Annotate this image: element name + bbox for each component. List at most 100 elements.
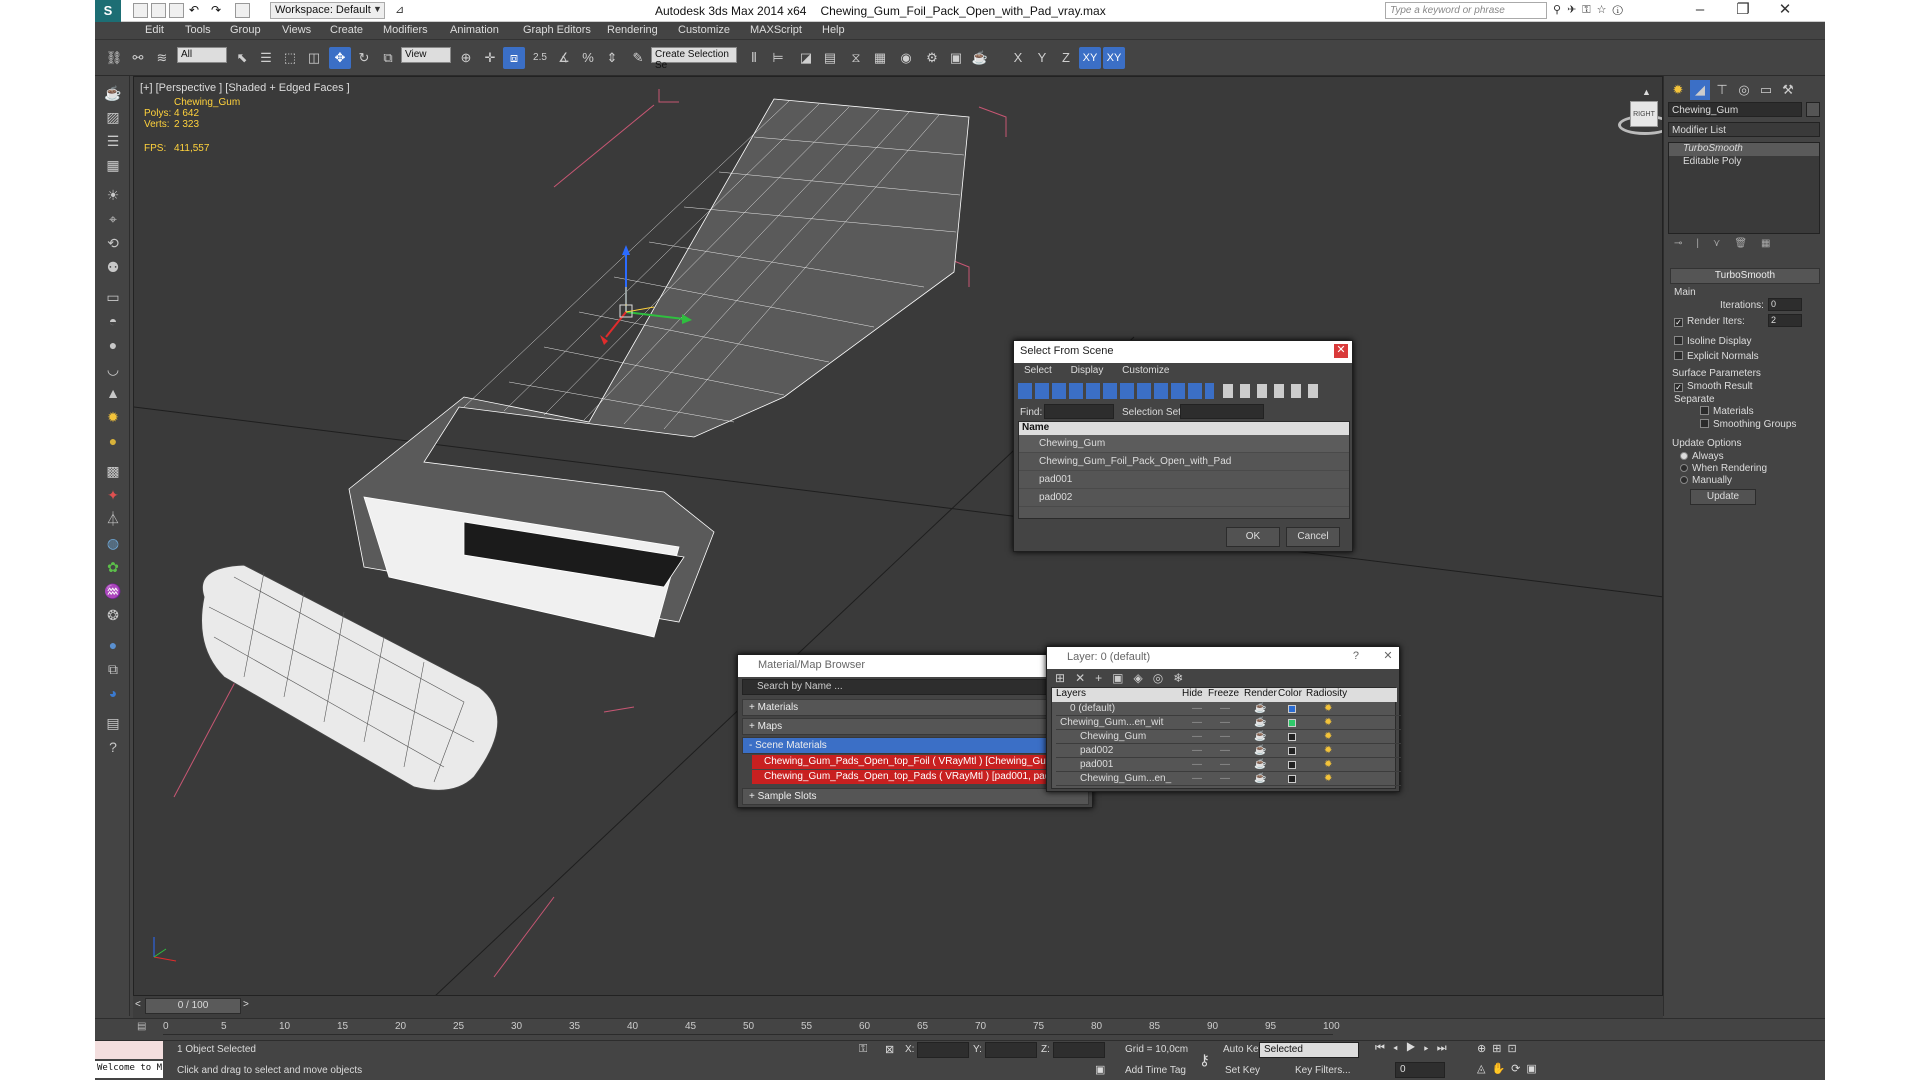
col-layers[interactable]: Layers xyxy=(1056,688,1086,699)
menu-edit[interactable]: Edit xyxy=(145,24,164,36)
maps-group[interactable]: + Maps xyxy=(742,718,1089,735)
light-bulb-icon[interactable]: ☀ xyxy=(102,184,124,206)
render-setup-icon[interactable]: ⚙ xyxy=(921,47,943,69)
zoom-icon[interactable]: ⊕ xyxy=(1477,1043,1492,1055)
list-icon[interactable]: ☰ xyxy=(102,130,124,152)
hide-toggle[interactable]: — xyxy=(1192,716,1202,730)
curve-editor-icon[interactable]: ⧖ xyxy=(845,47,867,69)
remove-modifier-icon[interactable]: 🗑 xyxy=(1734,238,1761,249)
hemisphere-icon[interactable]: ◓ xyxy=(102,310,124,332)
menu-rendering[interactable]: Rendering xyxy=(607,24,658,36)
render-teapot-icon[interactable]: ☕ xyxy=(1254,758,1266,772)
axis-xy-cycle-icon[interactable]: XY xyxy=(1103,47,1125,69)
new-file-icon[interactable] xyxy=(133,3,148,18)
select-scale-icon[interactable]: ⧉ xyxy=(377,47,399,69)
object-color-swatch[interactable] xyxy=(1806,102,1820,117)
menu-maxscript[interactable]: MAXScript xyxy=(750,24,802,36)
col-color[interactable]: Color xyxy=(1278,688,1302,699)
menu-views[interactable]: Views xyxy=(282,24,311,36)
viewcube-home-icon[interactable]: ▲ xyxy=(1642,87,1651,97)
always-radio[interactable] xyxy=(1680,452,1688,460)
material-browser-titlebar[interactable]: Material/Map Browser ✕ xyxy=(738,655,1092,677)
sfs-ok-button[interactable]: OK xyxy=(1226,527,1280,547)
modifier-list-dropdown[interactable]: Modifier List xyxy=(1668,122,1820,137)
people-icon[interactable]: ⚉ xyxy=(102,256,124,278)
window-crossing-icon[interactable]: ◫ xyxy=(303,47,325,69)
render-teapot-icon[interactable]: ☕ xyxy=(1254,702,1266,716)
fov-icon[interactable]: ◬ xyxy=(1477,1063,1491,1075)
create-tab-icon[interactable]: ✹ xyxy=(1668,80,1688,100)
delete-layer-icon[interactable]: ✕ xyxy=(1075,671,1095,685)
vray-icon[interactable]: ◕ xyxy=(102,682,124,704)
minimize-button[interactable]: – xyxy=(1680,0,1720,22)
menu-modifiers[interactable]: Modifiers xyxy=(383,24,428,36)
cloth-icon[interactable]: ❂ xyxy=(102,604,124,626)
axis-y-icon[interactable]: Y xyxy=(1031,47,1053,69)
rotate-view-icon[interactable]: ⟲ xyxy=(102,232,124,254)
bind-spacewarp-icon[interactable]: ≋ xyxy=(151,47,173,69)
teapot-icon[interactable]: ☕ xyxy=(102,82,124,104)
select-manipulate-icon[interactable]: ✛ xyxy=(479,47,501,69)
stack-editable-poly[interactable]: Editable Poly xyxy=(1669,156,1819,169)
maxscript-listener-mini[interactable] xyxy=(95,1041,163,1059)
render-teapot-icon[interactable]: ☕ xyxy=(969,47,991,69)
freeze-all-icon[interactable]: ❄ xyxy=(1173,671,1193,685)
sfs-filter-icons[interactable] xyxy=(1018,383,1214,399)
key-filters-button[interactable]: Key Filters... xyxy=(1295,1065,1351,1076)
hide-toggle[interactable]: — xyxy=(1192,772,1202,786)
separate-smoothing-groups[interactable]: Smoothing Groups xyxy=(1700,419,1796,430)
manually-radio[interactable] xyxy=(1680,476,1688,484)
freeze-toggle[interactable]: — xyxy=(1220,702,1230,716)
named-selection-dropdown[interactable]: Create Selection Se xyxy=(651,47,737,71)
render-teapot-icon[interactable]: ☕ xyxy=(1254,730,1266,744)
sfs-row-pad001[interactable]: pad001 xyxy=(1019,471,1349,489)
box-primitive-icon[interactable]: ▭ xyxy=(102,286,124,308)
pan-icon[interactable]: ✋ xyxy=(1491,1063,1511,1075)
rendered-frame-icon[interactable]: ▣ xyxy=(945,47,967,69)
blue-sphere-icon[interactable]: ● xyxy=(102,634,124,656)
redo-icon[interactable]: ↷ xyxy=(211,3,226,18)
motion-tab-icon[interactable]: ◎ xyxy=(1734,80,1754,100)
plant-icon[interactable]: ✿ xyxy=(102,556,124,578)
layer-color-swatch[interactable] xyxy=(1288,705,1296,713)
freeze-toggle[interactable]: — xyxy=(1220,730,1230,744)
smooth-result-checkbox[interactable]: ✓ xyxy=(1674,383,1683,392)
pin-stack-icon[interactable]: ⊸ xyxy=(1674,238,1696,249)
material-editor-icon[interactable]: ◉ xyxy=(895,47,917,69)
current-frame-field[interactable]: 0 xyxy=(1395,1062,1445,1078)
update-button[interactable]: Update xyxy=(1690,489,1756,505)
particle-icon[interactable]: ✦ xyxy=(102,484,124,506)
radiosity-icon[interactable]: ✹ xyxy=(1324,758,1332,772)
sun-icon[interactable]: ✹ xyxy=(102,406,124,428)
time-slider[interactable]: < 0 / 100 > xyxy=(133,996,1663,1018)
layer-close-icon[interactable]: ✕ xyxy=(1381,650,1395,664)
utilities-tab-icon[interactable]: ⚒ xyxy=(1778,80,1798,100)
time-slider-prev[interactable]: < xyxy=(135,999,141,1010)
modify-tab-icon[interactable]: ◢ xyxy=(1690,80,1710,100)
menu-animation[interactable]: Animation xyxy=(450,24,499,36)
auto-key-button[interactable]: Auto Key xyxy=(1223,1044,1264,1055)
radiosity-icon[interactable]: ✹ xyxy=(1324,744,1332,758)
save-file-icon[interactable] xyxy=(169,3,184,18)
time-slider-thumb[interactable]: 0 / 100 xyxy=(145,998,241,1014)
select-from-scene-titlebar[interactable]: Select From Scene ✕ xyxy=(1014,341,1352,363)
radiosity-icon[interactable]: ✹ xyxy=(1324,730,1332,744)
lock-selection-icon[interactable]: ⚿ xyxy=(859,1043,867,1056)
layer-row[interactable]: pad002 — — ☕ ✹ xyxy=(1056,744,1401,758)
iterations-spinner[interactable]: 0 xyxy=(1768,298,1802,311)
spinner-snap-icon[interactable]: ⇕ xyxy=(601,47,623,69)
update-when-rendering[interactable]: When Rendering xyxy=(1680,463,1767,474)
unlink-icon[interactable]: ⚯ xyxy=(127,47,149,69)
save-icon[interactable]: ▤ xyxy=(102,712,124,734)
workspace-dropdown[interactable]: Workspace: Default xyxy=(270,2,385,19)
select-rotate-icon[interactable]: ↻ xyxy=(353,47,375,69)
configure-sets-icon[interactable]: ▦ xyxy=(1761,238,1784,249)
help-search-input[interactable]: Type a keyword or phrase xyxy=(1385,2,1547,19)
layer-row[interactable]: Chewing_Gum — — ☕ ✹ xyxy=(1056,730,1401,744)
hide-toggle[interactable]: — xyxy=(1192,744,1202,758)
tools-icon[interactable]: ✈ xyxy=(1567,4,1582,16)
grid-plane-icon[interactable]: ▩ xyxy=(102,460,124,482)
question-icon[interactable]: ? xyxy=(102,736,124,758)
schematic-view-icon[interactable]: ▦ xyxy=(869,47,891,69)
highlight-layer-icon[interactable]: ◈ xyxy=(1133,671,1152,685)
